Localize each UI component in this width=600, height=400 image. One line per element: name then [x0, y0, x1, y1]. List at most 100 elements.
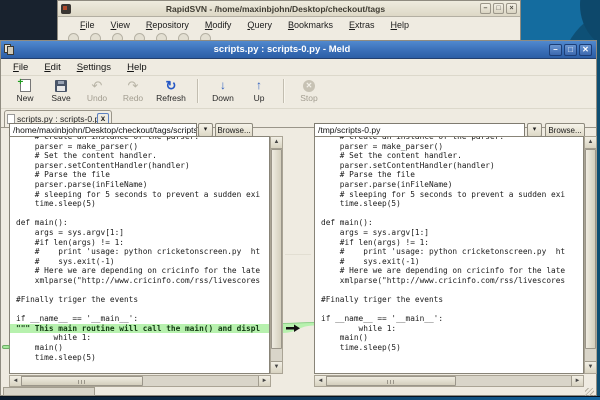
right-code-pane[interactable]: # Create an instance of the parser. pars…	[314, 136, 584, 374]
refresh-icon: ↻	[166, 78, 177, 93]
code-line	[16, 305, 269, 315]
right-vertical-scrollbar[interactable]: ▲ ▼	[584, 136, 597, 374]
code-line: parser = make_parser()	[16, 142, 269, 152]
down-arrow-icon: ↓	[220, 78, 226, 93]
code-line	[16, 286, 269, 296]
right-path-dropdown-button[interactable]: ▾	[527, 123, 542, 137]
left-vertical-scrollbar[interactable]: ▲ ▼	[270, 136, 283, 374]
rapidsvn-window-icon	[61, 4, 71, 14]
code-line: # sys.exit(-1)	[321, 257, 583, 267]
right-horizontal-scrollbar[interactable]: ◄ ►	[314, 375, 584, 387]
scroll-right-button[interactable]: ►	[571, 376, 583, 386]
left-file-path-input[interactable]: /home/maxinbjohn/Desktop/checkout/tags/s…	[9, 123, 197, 137]
undo-icon: ↶	[92, 78, 103, 93]
diff-link-faint	[285, 254, 311, 255]
maximize-button[interactable]: □	[493, 3, 504, 14]
code-line: # print 'usage: python cricketonscreen.p…	[16, 247, 269, 257]
menu-bookmarks[interactable]: Bookmarks	[280, 20, 341, 30]
down-button[interactable]: ↓ Down	[205, 78, 241, 103]
code-line: # sleeping for 5 seconds to prevent a su…	[16, 190, 269, 200]
resize-grip[interactable]	[585, 388, 594, 396]
stop-button: ✕ Stop	[291, 78, 327, 103]
meld-toolbar: New Save ↶ Undo ↷ Redo ↻ Refresh ↓ Down	[1, 76, 596, 109]
code-line: if __name__ == '__main__':	[321, 314, 583, 324]
rapidsvn-window-title: RapidSVN - /home/maxinbjohn/Desktop/chec…	[71, 4, 480, 14]
left-code-text: # Create an instance of the parser. pars…	[10, 136, 269, 362]
code-line: #Finally triger the events	[16, 295, 269, 305]
menu-help[interactable]: Help	[119, 62, 155, 73]
menu-repository[interactable]: Repository	[138, 20, 197, 30]
toolbar-separator	[197, 79, 199, 103]
rapidsvn-menubar: File View Repository Modify Query Bookma…	[58, 17, 520, 32]
code-line: time.sleep(5)	[16, 199, 269, 209]
menu-settings[interactable]: Settings	[69, 62, 119, 73]
left-code-pane[interactable]: # Create an instance of the parser. pars…	[9, 136, 270, 374]
left-edge-change-marker[interactable]	[2, 345, 10, 349]
refresh-button[interactable]: ↻ Refresh	[151, 78, 191, 103]
code-line: """ This main routine will call the main…	[10, 324, 269, 334]
new-button[interactable]: New	[7, 78, 43, 103]
code-line: #Finally triger the events	[321, 295, 583, 305]
rapidsvn-titlebar[interactable]: RapidSVN - /home/maxinbjohn/Desktop/chec…	[58, 1, 520, 17]
scroll-right-button[interactable]: ►	[258, 376, 270, 386]
new-document-icon	[20, 79, 31, 92]
code-line: time.sleep(5)	[321, 343, 583, 353]
code-line: # Parse the file	[321, 170, 583, 180]
menu-modify[interactable]: Modify	[197, 20, 240, 30]
code-line: parser.parse(inFileName)	[321, 180, 583, 190]
code-line: args = sys.argv[1:]	[16, 228, 269, 238]
code-line	[321, 209, 583, 219]
scrollbar-thumb[interactable]	[585, 149, 596, 349]
menu-file[interactable]: File	[5, 62, 36, 73]
code-line	[321, 286, 583, 296]
save-button[interactable]: Save	[43, 78, 79, 103]
code-line: xmlparse("http://www.cricinfo.com/rss/li…	[321, 276, 583, 286]
menu-edit[interactable]: Edit	[36, 62, 68, 73]
code-line: parser.setContentHandler(handler)	[16, 161, 269, 171]
meld-menubar: File Edit Settings Help	[1, 59, 596, 76]
code-line: # Here we are depending on cricinfo for …	[321, 266, 583, 276]
code-line: #if len(args) != 1:	[16, 238, 269, 248]
scrollbar-thumb[interactable]	[326, 376, 456, 386]
menu-file[interactable]: File	[72, 20, 103, 30]
scroll-up-button[interactable]: ▲	[271, 137, 282, 149]
meld-titlebar[interactable]: scripts.py : scripts-0.py - Meld – □ ✕	[1, 41, 596, 59]
code-line: parser = make_parser()	[321, 142, 583, 152]
code-line: if __name__ == '__main__':	[16, 314, 269, 324]
code-line	[16, 209, 269, 219]
toolbar-separator	[283, 79, 285, 103]
minimize-button[interactable]: –	[549, 44, 562, 56]
code-line: # sleeping for 5 seconds to prevent a su…	[321, 190, 583, 200]
menu-help[interactable]: Help	[383, 20, 418, 30]
up-button[interactable]: ↑ Up	[241, 78, 277, 103]
stop-icon: ✕	[303, 80, 315, 92]
code-line: xmlparse("http://www.cricinfo.com/rss/li…	[16, 276, 269, 286]
minimize-button[interactable]: –	[480, 3, 491, 14]
scroll-down-button[interactable]: ▼	[271, 361, 282, 373]
scrollbar-thumb[interactable]	[21, 376, 143, 386]
maximize-button[interactable]: □	[564, 44, 577, 56]
code-line: # sys.exit(-1)	[16, 257, 269, 267]
code-line: #if len(args) != 1:	[321, 238, 583, 248]
status-bar	[1, 387, 596, 396]
left-horizontal-scrollbar[interactable]: ◄ ►	[9, 375, 271, 387]
rapidsvn-window: RapidSVN - /home/maxinbjohn/Desktop/chec…	[57, 0, 521, 44]
close-button[interactable]: ✕	[579, 44, 592, 56]
code-line: time.sleep(5)	[321, 199, 583, 209]
menu-view[interactable]: View	[103, 20, 138, 30]
code-line: # print 'usage: python cricketonscreen.p…	[321, 247, 583, 257]
close-button[interactable]: ×	[506, 3, 517, 14]
menu-extras[interactable]: Extras	[341, 20, 383, 30]
right-file-path-input[interactable]: /tmp/scripts-0.py	[314, 123, 525, 137]
menu-query[interactable]: Query	[239, 20, 280, 30]
code-line: def main():	[321, 218, 583, 228]
redo-button: ↷ Redo	[115, 78, 151, 103]
scroll-down-button[interactable]: ▼	[585, 361, 596, 373]
scroll-up-button[interactable]: ▲	[585, 137, 596, 149]
code-line: while 1:	[321, 324, 583, 334]
right-code-text: # Create an instance of the parser. pars…	[315, 136, 583, 353]
up-arrow-icon: ↑	[256, 78, 262, 93]
left-path-dropdown-button[interactable]: ▾	[198, 123, 213, 137]
scrollbar-thumb[interactable]	[271, 149, 282, 349]
code-line: # Set the content handler.	[321, 151, 583, 161]
